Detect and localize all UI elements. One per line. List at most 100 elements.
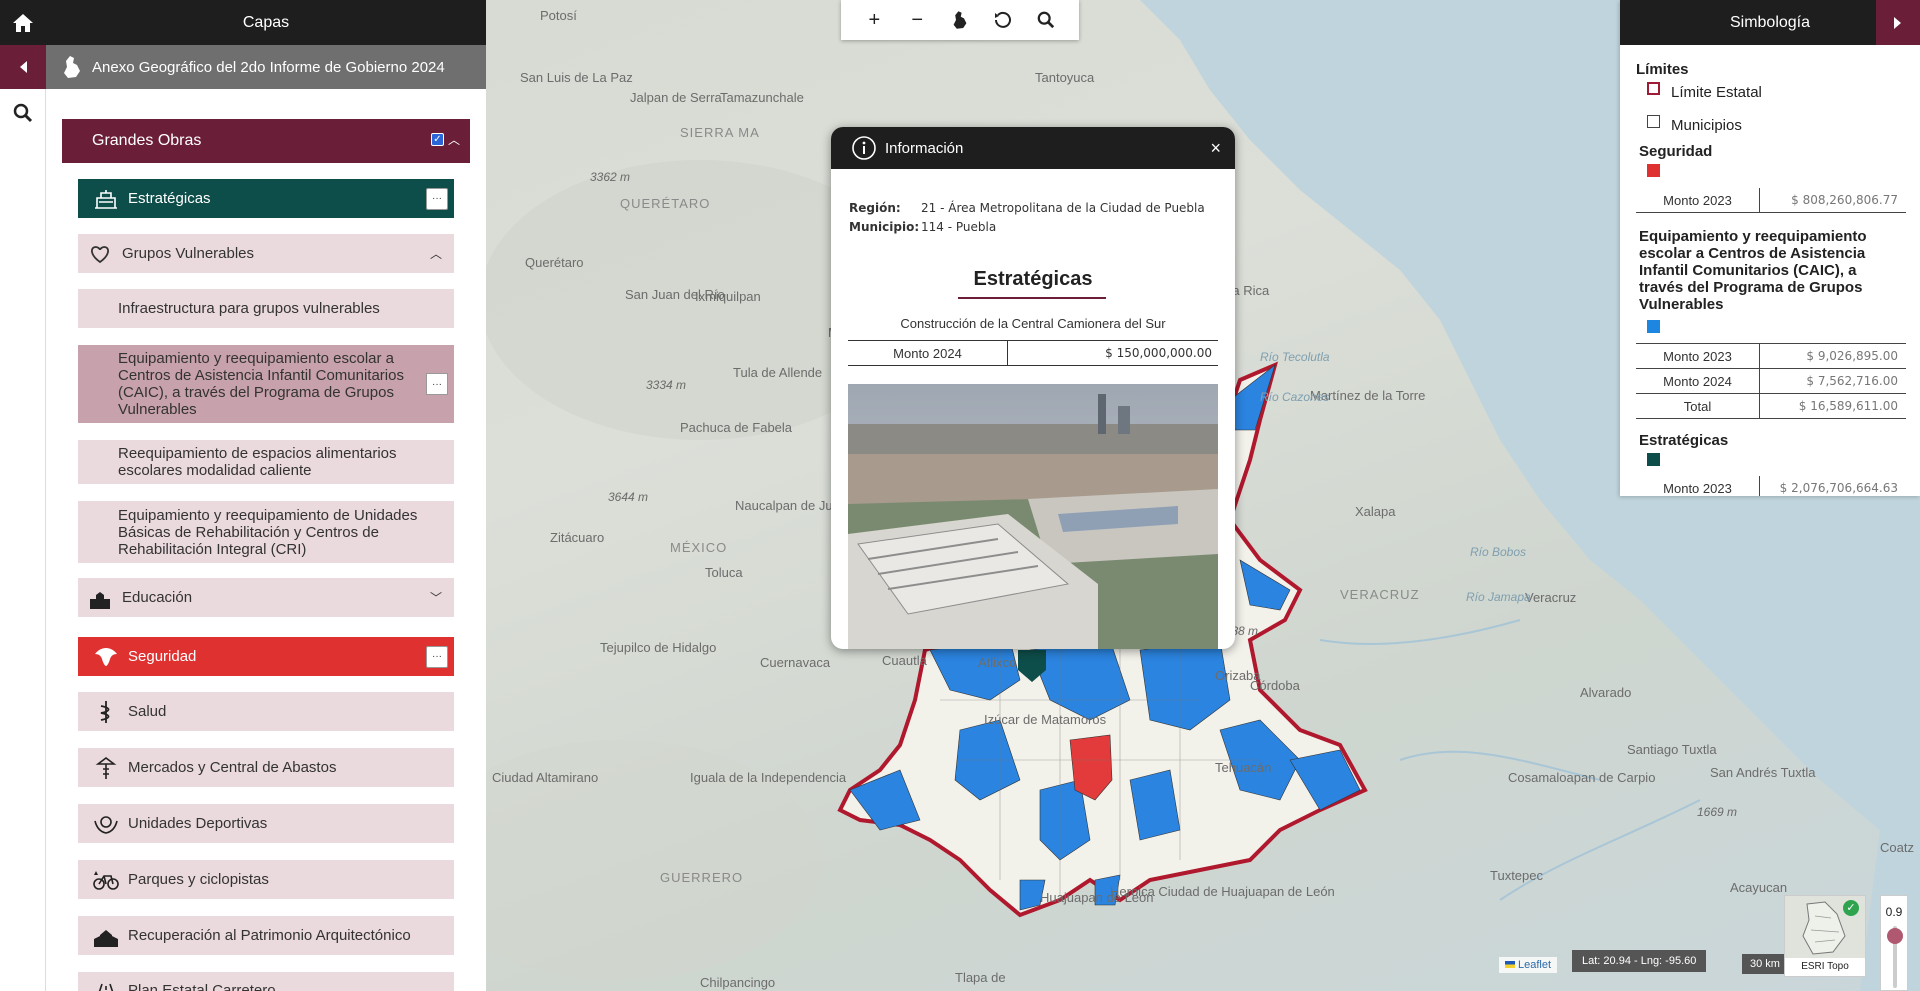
map-label: Tejupilco de Hidalgo bbox=[600, 640, 717, 655]
popup-region: Región: 21 - Área Metropolitana de la Ciu… bbox=[849, 201, 1205, 215]
layers-subtitle-bar[interactable]: Anexo Geográfico del 2do Informe de Gobi… bbox=[46, 45, 486, 89]
zoom-out-icon[interactable]: − bbox=[904, 7, 930, 33]
layer-estrategicas[interactable]: Estratégicas ··· bbox=[78, 179, 454, 218]
road-icon bbox=[92, 982, 120, 991]
group-grandes-obras[interactable]: Grandes Obras ✓ ︿ bbox=[62, 119, 470, 163]
map-label: Río Bobos bbox=[1470, 545, 1527, 559]
layer-patrimonio[interactable]: Recuperación al Patrimonio Arquitectónic… bbox=[78, 916, 454, 955]
popup-section-title: Estratégicas bbox=[973, 268, 1093, 290]
legend-title: Simbología bbox=[1729, 13, 1811, 31]
amount-label: Monto 2024 bbox=[848, 341, 1008, 365]
map-toolbar: + − bbox=[841, 0, 1079, 40]
map-label: Pachuca de Fabela bbox=[680, 420, 793, 435]
school-icon bbox=[86, 584, 114, 612]
sublayer-rehabilitacion[interactable]: Equipamiento y reequipamiento de Unidade… bbox=[78, 501, 454, 563]
legend-caic-heading: Equipamiento y reequipamiento escolar a … bbox=[1639, 228, 1867, 313]
more-options-button[interactable]: ··· bbox=[426, 373, 448, 395]
leaflet-link[interactable]: Leaflet bbox=[1518, 959, 1551, 971]
legend-panel: Simbología Límites Límite Estatal Munici… bbox=[1620, 0, 1920, 496]
map-label: Jalpan de Serra bbox=[630, 90, 722, 105]
map-label: Veracruz bbox=[1525, 590, 1577, 605]
table-row: Monto 2023 $ 2,076,706,664.63 bbox=[1636, 476, 1906, 496]
search-icon[interactable] bbox=[1033, 7, 1059, 33]
layer-seguridad[interactable]: Seguridad ··· bbox=[78, 637, 454, 676]
map-label: Río Tecolutla bbox=[1260, 350, 1330, 364]
layers-panel: Capas Anexo Geográfico del 2do Informe d… bbox=[46, 0, 486, 991]
coordinates-readout: Lat: 20.94 - Lng: -95.60 bbox=[1572, 950, 1707, 972]
layer-deportivas[interactable]: Unidades Deportivas bbox=[78, 804, 454, 843]
more-options-button[interactable]: ··· bbox=[426, 187, 448, 210]
map-label: San Luis de La Paz bbox=[520, 70, 633, 85]
table-row: Monto 2024 $ 7,562,716.00 bbox=[1636, 369, 1906, 394]
map-label: Río Jamapa bbox=[1466, 590, 1531, 604]
chevron-down-icon[interactable]: ﹀ bbox=[430, 589, 442, 606]
basemap-selector[interactable]: ✓ ESRI Topo bbox=[1784, 895, 1866, 977]
layer-parques[interactable]: Parques y ciclopistas bbox=[78, 860, 454, 899]
collapse-panel-button[interactable] bbox=[0, 45, 46, 89]
group-label: Grandes Obras bbox=[92, 132, 202, 149]
market-icon bbox=[92, 754, 120, 782]
layer-carretero[interactable]: Plan Estatal Carretero bbox=[78, 972, 454, 991]
row-label: Monto 2023 bbox=[1636, 476, 1760, 496]
bicycle-icon bbox=[92, 866, 120, 894]
basemap-label: ESRI Topo bbox=[1801, 961, 1849, 972]
sublayer-infraestructura[interactable]: Infraestructura para grupos vulnerables bbox=[78, 289, 454, 328]
more-options-button[interactable]: ··· bbox=[426, 645, 448, 668]
sublayer-caic[interactable]: Equipamiento y reequipamiento escolar a … bbox=[78, 345, 454, 423]
municipios-swatch bbox=[1647, 115, 1660, 128]
search-button[interactable] bbox=[0, 90, 46, 136]
layers-subtitle: Anexo Geográfico del 2do Informe de Gobi… bbox=[92, 58, 445, 76]
map-label: Tuxtepec bbox=[1490, 868, 1543, 883]
reset-icon[interactable] bbox=[990, 7, 1016, 33]
close-icon[interactable]: × bbox=[1210, 138, 1221, 159]
sublayer-alimentarios[interactable]: Reequipamiento de espacios alimentarios … bbox=[78, 440, 454, 484]
layer-educacion[interactable]: Educación ﹀ bbox=[78, 578, 454, 617]
heart-hands-icon bbox=[86, 240, 114, 268]
map-label: SIERRA MA bbox=[680, 125, 760, 140]
group-checkbox[interactable]: ✓ bbox=[431, 133, 444, 146]
leaflet-attribution[interactable]: Leaflet bbox=[1499, 957, 1558, 973]
map-label: 3334 m bbox=[646, 378, 687, 392]
map-label: Coatz bbox=[1880, 840, 1914, 855]
layer-mercados[interactable]: Mercados y Central de Abastos bbox=[78, 748, 454, 787]
map-label: 1669 m bbox=[1697, 805, 1738, 819]
map-label: Río Cazones bbox=[1260, 390, 1330, 404]
layer-salud[interactable]: Salud bbox=[78, 692, 454, 731]
row-value: $ 16,589,611.00 bbox=[1798, 399, 1898, 413]
sublayer-label: Reequipamiento de espacios alimentarios … bbox=[118, 445, 397, 479]
popup-title: Información bbox=[885, 139, 964, 157]
municipio-value: 114 - Puebla bbox=[921, 220, 997, 234]
zoom-in-icon[interactable]: + bbox=[861, 7, 887, 33]
map-label: Cuernavaca bbox=[760, 655, 831, 670]
collapse-legend-button[interactable] bbox=[1876, 0, 1920, 45]
map-label: Acayucan bbox=[1730, 880, 1788, 895]
legend-header: Simbología bbox=[1620, 0, 1920, 45]
map-label: MÉXICO bbox=[670, 540, 728, 555]
church-icon bbox=[92, 922, 120, 950]
chevron-up-icon[interactable]: ︿ bbox=[430, 245, 442, 262]
map-label: San Andrés Tuxtla bbox=[1710, 765, 1816, 780]
map-label: 3644 m bbox=[608, 490, 649, 504]
seguridad-swatch bbox=[1647, 164, 1660, 177]
caret-left-icon bbox=[20, 61, 27, 73]
slider-handle[interactable] bbox=[1887, 928, 1903, 944]
seguridad-table: Monto 2023 $ 808,260,806.77 bbox=[1636, 188, 1906, 213]
layer-grupos-vulnerables[interactable]: Grupos Vulnerables ︿ bbox=[78, 234, 454, 273]
map-label: QUERÉTARO bbox=[620, 196, 711, 211]
municipio-label: Municipio: bbox=[849, 220, 920, 234]
shield-eagle-icon bbox=[92, 643, 120, 671]
amount-row: Monto 2024 $ 150,000,000.00 bbox=[848, 340, 1218, 366]
map-label: GUERRERO bbox=[660, 870, 744, 885]
opacity-slider[interactable]: 0.9 bbox=[1880, 895, 1908, 991]
map-label: Tula de Allende bbox=[733, 365, 823, 380]
layer-label: Unidades Deportivas bbox=[128, 815, 268, 832]
row-label: Monto 2023 bbox=[1636, 188, 1760, 212]
map-label: Izúcar de Matamoros bbox=[984, 712, 1107, 727]
home-button[interactable] bbox=[0, 0, 46, 45]
layer-label: Seguridad bbox=[128, 648, 197, 665]
map-label: Heroica Ciudad de Huajuapan de León bbox=[1110, 884, 1335, 899]
chevron-up-icon[interactable]: ︿ bbox=[448, 131, 460, 148]
map-label: Tantoyuca bbox=[1035, 70, 1095, 85]
row-label: Total bbox=[1636, 394, 1760, 418]
state-shape-icon[interactable] bbox=[947, 7, 973, 33]
